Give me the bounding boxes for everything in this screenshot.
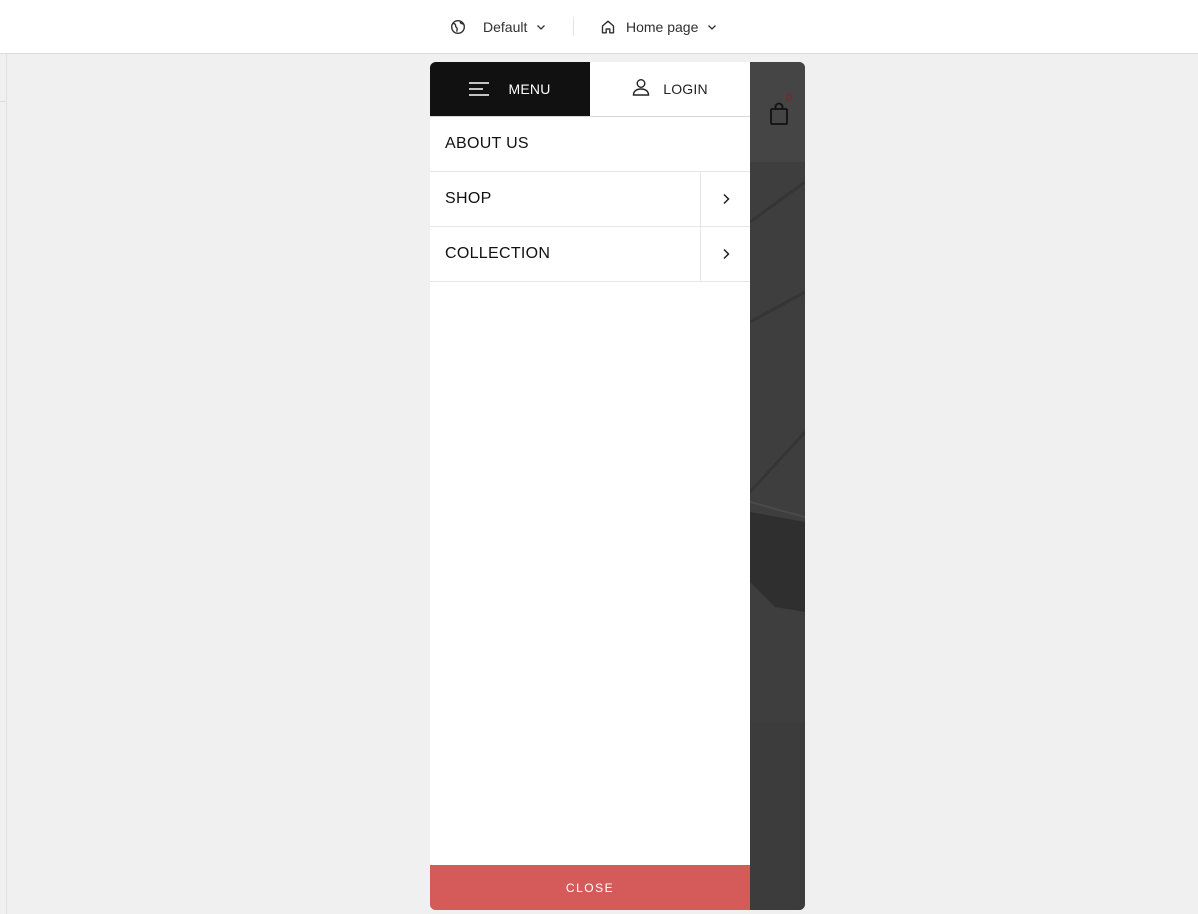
drawer-tabs: MENU LOGIN	[430, 62, 750, 117]
chevron-right-icon	[722, 248, 730, 260]
home-icon	[600, 19, 616, 35]
shopping-bag-icon[interactable]	[769, 102, 789, 126]
close-button[interactable]: CLOSE	[430, 865, 750, 910]
canvas-guide-vertical	[6, 54, 7, 914]
tab-menu[interactable]: MENU	[430, 62, 590, 116]
locale-label: Default	[483, 18, 528, 35]
editor-toolbar: Default Home page	[0, 0, 1198, 54]
menu-list: ABOUT US SHOP COLLECTION	[430, 117, 750, 282]
chevron-right-icon	[722, 193, 730, 205]
tab-login[interactable]: LOGIN	[590, 62, 750, 116]
submenu-expand-button[interactable]	[700, 227, 750, 281]
cart-count: 0	[786, 92, 793, 104]
menu-item-about-us[interactable]: ABOUT US	[430, 117, 750, 172]
menu-item-label: ABOUT US	[445, 135, 529, 152]
canvas-guide-horizontal	[0, 101, 7, 102]
tab-login-label: LOGIN	[663, 81, 708, 97]
menu-item-collection[interactable]: COLLECTION	[430, 227, 750, 282]
chevron-down-icon	[706, 21, 718, 33]
chevron-down-icon	[535, 21, 547, 33]
menu-item-shop[interactable]: SHOP	[430, 172, 750, 227]
page-selector[interactable]: Home page	[600, 0, 718, 53]
locale-selector[interactable]: Default	[450, 0, 547, 53]
menu-item-label: SHOP	[445, 190, 492, 207]
page-label: Home page	[626, 18, 699, 35]
mobile-preview: 0 MENU LOGIN ABOUT US SHOP COLLECTION CL…	[430, 62, 805, 910]
toolbar-divider	[573, 17, 574, 36]
menu-item-label: COLLECTION	[445, 245, 551, 262]
hero-image-shape	[750, 162, 805, 722]
tab-menu-label: MENU	[508, 81, 551, 97]
hamburger-icon	[469, 81, 490, 97]
mobile-menu-drawer: MENU LOGIN ABOUT US SHOP COLLECTION CLOS…	[430, 62, 750, 910]
globe-icon	[450, 19, 466, 35]
submenu-expand-button[interactable]	[700, 172, 750, 226]
user-icon	[632, 78, 650, 96]
